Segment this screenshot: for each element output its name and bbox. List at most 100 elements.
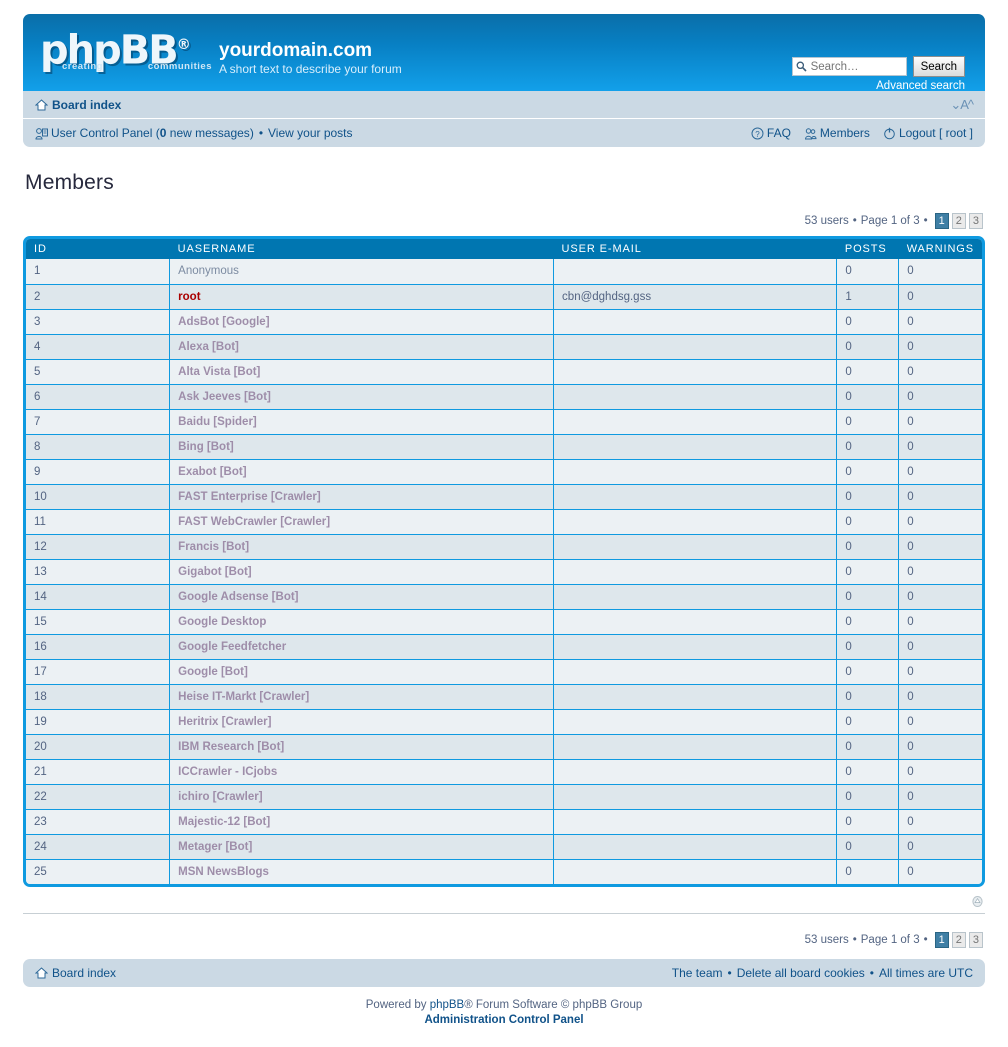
cell-email (553, 758, 838, 784)
username-link[interactable]: Google Adsense [Bot] (178, 591, 298, 603)
cell-posts: 0 (836, 483, 900, 509)
username-link[interactable]: Baidu [Spider] (178, 416, 257, 428)
cell-posts: 0 (836, 808, 900, 834)
table-row: 17 Google [Bot] 0 0 (26, 658, 982, 684)
pagination-separator: • (852, 215, 857, 227)
view-your-posts-link[interactable]: View your posts (268, 126, 353, 140)
search-field-wrapper[interactable] (791, 57, 907, 76)
column-header-warnings[interactable]: WARNINGS (898, 239, 982, 259)
username-link[interactable]: Alta Vista [Bot] (178, 366, 260, 378)
phpbb-logo[interactable]: phpBB® creating communities (40, 25, 211, 77)
ucp-link[interactable]: User Control Panel (51, 126, 152, 140)
members-icon (804, 127, 817, 139)
cell-username: Alexa [Bot] (169, 333, 555, 359)
acp-link[interactable]: Administration Control Panel (424, 1014, 583, 1026)
cell-posts: 0 (836, 608, 900, 634)
username-link[interactable]: Exabot [Bot] (178, 466, 246, 478)
footer-board-index-link[interactable]: Board index (35, 966, 116, 980)
username-link[interactable]: Metager [Bot] (178, 841, 252, 853)
username-link[interactable]: ICCrawler - ICjobs (178, 766, 277, 778)
cell-warnings: 0 (898, 858, 982, 884)
pagination-page-3[interactable]: 3 (968, 213, 983, 229)
cell-username: Baidu [Spider] (169, 408, 555, 434)
faq-label: FAQ (766, 126, 791, 140)
column-header-id[interactable]: ID (26, 239, 170, 259)
username-link[interactable]: root (178, 291, 200, 303)
footer-navbar-left: Board index (35, 966, 116, 980)
logout-username: [ root ] (938, 126, 973, 140)
cell-email (553, 833, 838, 859)
breadcrumb-board-index[interactable]: Board index (35, 98, 121, 112)
logo-slogan-right: communities (147, 61, 212, 72)
faq-link[interactable]: ? FAQ (751, 126, 791, 140)
pagination-page-2[interactable]: 2 (951, 213, 966, 229)
pagination-page-2[interactable]: 2 (951, 932, 966, 948)
username-link[interactable]: Ask Jeeves [Bot] (178, 391, 271, 403)
cell-id: 11 (26, 508, 171, 534)
username-link[interactable]: Google Desktop (178, 616, 266, 628)
username-link[interactable]: MSN NewsBlogs (178, 866, 269, 878)
table-row: 20 IBM Research [Bot] 0 0 (26, 733, 982, 759)
username-link[interactable]: FAST Enterprise [Crawler] (178, 491, 321, 503)
cell-email (553, 259, 838, 284)
username-link[interactable]: Google [Bot] (178, 666, 248, 678)
cell-warnings: 0 (898, 658, 982, 684)
powered-by-prefix: Powered by (365, 999, 427, 1011)
cell-id: 12 (26, 533, 171, 559)
cell-posts: 0 (836, 408, 900, 434)
cell-warnings: 0 (898, 408, 982, 434)
font-size-changer[interactable]: ⌄A^ (950, 97, 974, 113)
username-link[interactable]: AdsBot [Google] (178, 316, 269, 328)
username-link[interactable]: Gigabot [Bot] (178, 566, 251, 578)
the-team-link[interactable]: The team (672, 966, 723, 980)
column-header-email[interactable]: USER E-MAIL (553, 239, 837, 259)
members-link[interactable]: Members (804, 126, 870, 140)
logout-link[interactable]: Logout [ root ] (883, 126, 973, 140)
search-button[interactable]: Search (912, 56, 965, 77)
username-link[interactable]: FAST WebCrawler [Crawler] (178, 516, 330, 528)
pagination-page-1[interactable]: 1 (934, 932, 949, 948)
username-link[interactable]: Bing [Bot] (178, 441, 234, 453)
table-row: 2 root cbn@dghdsg.gss 1 0 (26, 283, 982, 309)
cell-email (553, 633, 838, 659)
navbar-bottom-left: User Control Panel (0 new messages) • Vi… (35, 126, 353, 140)
cell-username: AdsBot [Google] (169, 308, 555, 334)
table-row: 14 Google Adsense [Bot] 0 0 (26, 583, 982, 609)
username-link[interactable]: Anonymous (178, 265, 239, 277)
cell-posts: 0 (836, 533, 900, 559)
cell-email[interactable]: cbn@dghdsg.gss (553, 283, 838, 309)
cell-posts: 0 (836, 733, 900, 759)
advanced-search-link[interactable]: Advanced search (876, 80, 965, 91)
cell-posts: 0 (836, 383, 900, 409)
column-header-username[interactable]: UASERNAME (169, 239, 554, 259)
delete-cookies-link[interactable]: Delete all board cookies (737, 966, 865, 980)
table-row: 12 Francis [Bot] 0 0 (26, 533, 982, 559)
pagination-bottom: 53 users • Page 1 of 3 • 1 2 3 (23, 914, 985, 955)
username-link[interactable]: Francis [Bot] (178, 541, 249, 553)
site-title: yourdomain.com (219, 40, 373, 61)
search-icon (796, 61, 807, 72)
search-input[interactable] (808, 59, 903, 74)
table-row: 5 Alta Vista [Bot] 0 0 (26, 358, 982, 384)
cell-id: 15 (26, 608, 171, 634)
column-header-posts[interactable]: POSTS (836, 239, 899, 259)
username-link[interactable]: ichiro [Crawler] (178, 791, 262, 803)
phpbb-link[interactable]: phpBB (430, 999, 465, 1011)
back-to-top-icon[interactable] (972, 896, 983, 907)
table-row: 19 Heritrix [Crawler] 0 0 (26, 708, 982, 734)
pagination-page-3[interactable]: 3 (968, 932, 983, 948)
cell-id: 20 (26, 733, 171, 759)
username-link[interactable]: Heise IT-Markt [Crawler] (178, 691, 309, 703)
username-link[interactable]: Majestic-12 [Bot] (178, 816, 270, 828)
cell-warnings: 0 (898, 708, 982, 734)
username-link[interactable]: Google Feedfetcher (178, 641, 286, 653)
pagination-page-1[interactable]: 1 (934, 213, 949, 229)
username-link[interactable]: Heritrix [Crawler] (178, 716, 271, 728)
username-link[interactable]: Alexa [Bot] (178, 341, 239, 353)
cell-posts: 0 (836, 683, 900, 709)
pagination-separator: • (852, 934, 857, 946)
search-box: Search (791, 56, 965, 77)
cell-warnings: 0 (898, 633, 982, 659)
table-row: 21 ICCrawler - ICjobs 0 0 (26, 758, 982, 784)
username-link[interactable]: IBM Research [Bot] (178, 741, 284, 753)
